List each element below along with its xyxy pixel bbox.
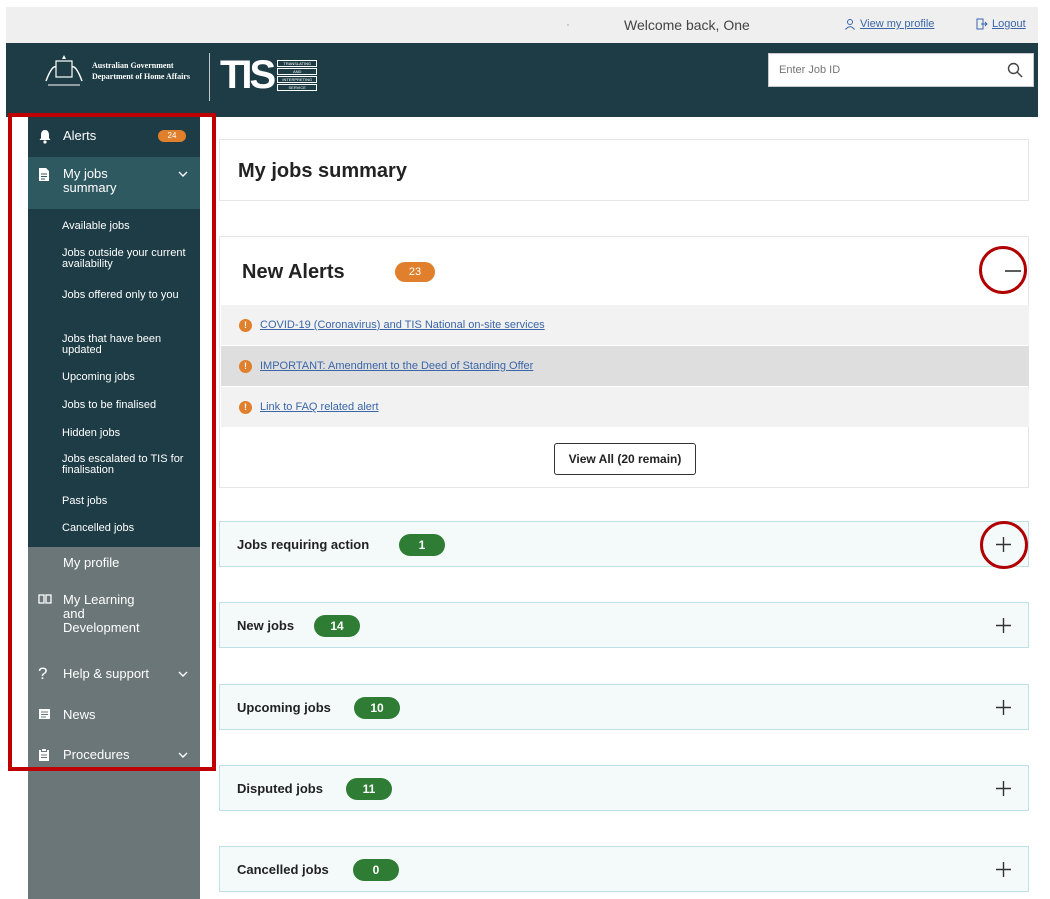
sidebar-lower: My profile My Learning and Development ?… (28, 547, 200, 899)
sidebar-item-label: News (63, 707, 96, 722)
logout-link[interactable]: Logout (976, 18, 1026, 30)
view-all-alerts-button[interactable]: View All (20 remain) (554, 443, 696, 475)
sidebar-subitem-outside-availability[interactable]: Jobs outside your current availability (62, 248, 194, 270)
accordion-title: Disputed jobs (237, 781, 323, 796)
bell-icon (39, 130, 51, 144)
book-open-icon (38, 594, 52, 604)
job-id-input[interactable] (769, 54, 989, 86)
search-icon[interactable] (1007, 62, 1023, 78)
utility-bar: · Welcome back, One View my profile Logo… (6, 7, 1038, 43)
tis-tagline-line: TRANSLATING (277, 59, 318, 67)
chevron-down-icon (178, 752, 188, 758)
collapse-icon[interactable] (1004, 262, 1022, 280)
sidebar-item-label: My jobs summary (63, 166, 117, 195)
accordion-title: Upcoming jobs (237, 700, 331, 715)
tis-tagline-line: AND (277, 67, 318, 75)
tis-tagline: TRANSLATING AND INTERPRETING SERVICE (277, 59, 318, 91)
sidebar-item-label: Help & support (63, 666, 149, 681)
sidebar-subitem-upcoming[interactable]: Upcoming jobs (62, 372, 194, 383)
tis-tagline-line: SERVICE (277, 83, 318, 91)
tis-logo[interactable]: TIS TRANSLATING AND INTERPRETING SERVICE (220, 51, 318, 99)
view-profile-label: View my profile (860, 18, 935, 30)
accordion-cancelled-jobs[interactable]: Cancelled jobs 0 (219, 846, 1029, 892)
new-alerts-panel: New Alerts 23 ! COVID-19 (Coronavirus) a… (219, 236, 1029, 488)
warning-icon: ! (239, 359, 252, 373)
count-badge: 10 (354, 697, 400, 719)
warning-icon: ! (239, 400, 252, 414)
count-badge: 1 (399, 534, 445, 556)
count-badge: 0 (353, 859, 399, 881)
accordion-title: New jobs (237, 618, 295, 633)
chevron-down-icon (178, 171, 188, 177)
tis-tagline-line: INTERPRETING (277, 75, 318, 83)
separator-dot: · (566, 17, 570, 31)
alerts-count-badge: 23 (395, 262, 435, 282)
sidebar-item-alerts[interactable]: Alerts 24 (28, 117, 200, 157)
alert-link[interactable]: Link to FAQ related alert (260, 401, 379, 413)
sidebar: Alerts 24 My jobs summary Available jobs… (28, 117, 200, 899)
expand-icon[interactable] (995, 780, 1012, 797)
logo-divider (209, 53, 210, 101)
warning-icon: ! (239, 318, 252, 332)
sidebar-subitem-cancelled[interactable]: Cancelled jobs (62, 523, 194, 534)
alert-item: ! COVID-19 (Coronavirus) and TIS Nationa… (221, 305, 1029, 345)
jobs-summary-header: My jobs summary (219, 139, 1029, 201)
accordion-disputed-jobs[interactable]: Disputed jobs 11 (219, 765, 1029, 811)
sidebar-subitem-to-be-finalised[interactable]: Jobs to be finalised (62, 400, 194, 411)
tis-mark: TIS (220, 53, 276, 97)
sidebar-subitem-available-jobs[interactable]: Available jobs (62, 221, 194, 232)
logout-label: Logout (992, 18, 1026, 30)
alert-link[interactable]: IMPORTANT: Amendment to the Deed of Stan… (260, 360, 533, 372)
sidebar-item-label: Alerts (63, 128, 97, 143)
alert-item: ! Link to FAQ related alert (221, 387, 1029, 427)
clipboard-icon (39, 748, 49, 761)
job-id-search (768, 53, 1034, 87)
newspaper-icon (39, 709, 50, 719)
sidebar-item-my-jobs-summary[interactable]: My jobs summary (28, 157, 200, 209)
accordion-title: Jobs requiring action (237, 537, 370, 552)
alerts-count-badge: 24 (158, 130, 186, 142)
expand-icon[interactable] (995, 861, 1012, 878)
welcome-message: Welcome back, One (624, 17, 750, 33)
question-icon: ? (38, 664, 48, 683)
coat-of-arms-icon (45, 55, 83, 86)
my-jobs-submenu: Available jobs Jobs outside your current… (28, 209, 200, 547)
count-badge: 11 (346, 778, 392, 800)
accordion-title: Cancelled jobs (237, 862, 329, 877)
sidebar-subitem-offered-only[interactable]: Jobs offered only to you (62, 290, 194, 301)
page-title: My jobs summary (238, 160, 407, 182)
sidebar-item-label: Procedures (63, 747, 130, 762)
view-profile-link[interactable]: View my profile (844, 18, 934, 30)
accordion-jobs-requiring-action[interactable]: Jobs requiring action 1 (219, 521, 1029, 567)
expand-icon[interactable] (995, 617, 1012, 634)
alerts-heading: New Alerts (242, 261, 345, 283)
sidebar-subitem-escalated[interactable]: Jobs escalated to TIS for finalisation (62, 454, 194, 476)
alert-item: ! IMPORTANT: Amendment to the Deed of St… (221, 346, 1029, 386)
sidebar-item-label: My Learning and Development (63, 592, 140, 635)
accordion-new-jobs[interactable]: New jobs 14 (219, 602, 1029, 648)
gov-name: Australian Government (92, 61, 174, 70)
department-name: Department of Home Affairs (92, 72, 190, 81)
expand-icon[interactable] (995, 536, 1012, 553)
sidebar-subitem-updated[interactable]: Jobs that have been updated (62, 334, 194, 356)
sidebar-subitem-past[interactable]: Past jobs (62, 496, 194, 507)
chevron-down-icon (178, 671, 188, 677)
document-icon (39, 168, 49, 181)
expand-icon[interactable] (995, 699, 1012, 716)
sidebar-subitem-hidden[interactable]: Hidden jobs (62, 428, 194, 439)
australian-government-logo[interactable]: Australian Government Department of Home… (42, 53, 190, 89)
count-badge: 14 (314, 615, 360, 637)
site-header: Australian Government Department of Home… (6, 43, 1038, 117)
logout-icon (976, 18, 988, 30)
sidebar-item-label: My profile (63, 555, 120, 570)
user-icon (845, 19, 855, 30)
accordion-upcoming-jobs[interactable]: Upcoming jobs 10 (219, 684, 1029, 730)
alert-link[interactable]: COVID-19 (Coronavirus) and TIS National … (260, 319, 545, 331)
